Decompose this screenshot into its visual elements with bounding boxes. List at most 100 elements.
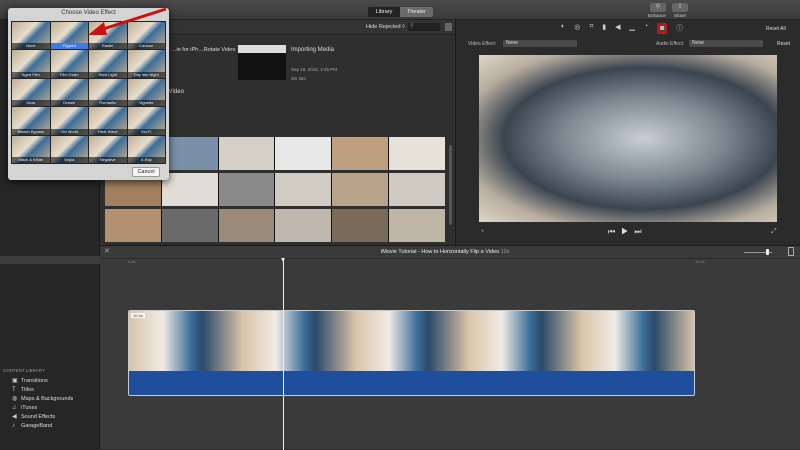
transitions-icon: ▣ [12, 378, 18, 384]
volume-icon[interactable]: ◀ [615, 23, 620, 34]
filmstrip-toggle-icon[interactable] [445, 23, 452, 31]
effect-label: X-Ray [127, 156, 165, 163]
effect-black-white[interactable]: Black & White [12, 135, 50, 163]
effect-none[interactable]: None [12, 22, 50, 50]
effect-flipped[interactable]: Flipped [50, 22, 88, 50]
microphone-icon[interactable]: ♀ [480, 228, 485, 235]
video-effects-icon[interactable]: ◙ [657, 23, 668, 34]
info-icon[interactable]: ⓘ [676, 23, 683, 34]
playback-controls: ⏮▶⏭ [608, 227, 648, 237]
zoom-slider[interactable] [744, 249, 772, 255]
timeline: ✕ iMovie Tutorial - How to Horizontally … [100, 245, 800, 450]
theater-tab[interactable]: Theater [400, 7, 433, 17]
effect-glow[interactable]: Glow [12, 78, 50, 107]
music-note-icon: ♫ [12, 404, 17, 411]
clip-video-track[interactable] [129, 311, 694, 371]
crop-icon[interactable]: ⌗ [589, 23, 593, 34]
timeline-clip[interactable]: 10.4s [128, 310, 695, 396]
enhance-button[interactable]: ⚲ [650, 3, 666, 12]
audio-effect-field[interactable]: None [689, 40, 763, 47]
next-icon[interactable]: ⏭ [634, 227, 647, 236]
content-library-maps[interactable]: ◍ Maps & Backgrounds [12, 394, 100, 403]
effect-bleach-bypass[interactable]: Bleach Bypass [12, 107, 50, 135]
effect-label: Raster [89, 43, 127, 50]
effect-label: Aged Film [12, 71, 50, 78]
clip-duration-badge: 10.4s [131, 313, 145, 318]
effect-label: Film Grain [50, 71, 88, 78]
content-library-garageband[interactable]: ♪ GarageBand [12, 421, 100, 430]
previous-icon[interactable]: ⏮ [608, 227, 621, 236]
event-duration: 3m 36s [291, 76, 306, 81]
video-effect-field[interactable]: None [503, 40, 577, 47]
search-input[interactable]: ⚲ [408, 23, 440, 31]
project-duration: 10s [500, 249, 510, 255]
content-library-titles[interactable]: T Titles [12, 385, 100, 394]
effect-x-ray[interactable]: X-Ray [127, 135, 165, 163]
effect-label: Bleach Bypass [12, 128, 50, 135]
effect-raster[interactable]: Raster [89, 22, 127, 50]
content-library-transitions[interactable]: ▣ Transitions [12, 376, 100, 385]
content-library-heading: CONTENT LIBRARY [3, 368, 46, 373]
audio-effect-label: Audio Effect: [656, 41, 685, 47]
sidebar-selected-row[interactable] [0, 256, 100, 264]
reset-button[interactable]: Reset [777, 41, 790, 47]
clip-audio-track[interactable] [129, 371, 694, 395]
item-label: GarageBand [21, 422, 53, 429]
item-label: Titles [21, 386, 34, 393]
effect-hard-light[interactable]: Hard Light [89, 50, 127, 78]
share-label: Share [674, 13, 687, 18]
event-title[interactable]: …ie for iPh…Rotate Video [171, 47, 235, 53]
effect-label: Day into Night [127, 71, 165, 78]
reset-all-button[interactable]: Reset All [766, 26, 786, 32]
cancel-button[interactable]: Cancel [132, 167, 160, 177]
close-icon[interactable]: ✕ [104, 247, 110, 255]
effect-label: Heat Wave [89, 128, 127, 135]
effect-negative[interactable]: Negative [89, 135, 127, 163]
stabilization-icon[interactable]: ▮ [602, 23, 606, 34]
effect-label: Vignette [127, 100, 165, 107]
playhead[interactable] [281, 258, 285, 450]
effect-heat-wave[interactable]: Heat Wave [89, 107, 127, 135]
effect-aged-film[interactable]: Aged Film [12, 50, 50, 78]
video-preview[interactable] [479, 55, 777, 222]
browser-scrollbar[interactable] [449, 145, 452, 225]
content-library: CONTENT LIBRARY ▣ Transitions T Titles ◍ Ma… [3, 368, 100, 430]
share-button[interactable]: ⇪ [672, 3, 688, 12]
hide-rejected-select[interactable]: Hide Rejected ◊ [366, 24, 405, 30]
effect-old-world[interactable]: Old World [50, 107, 88, 135]
content-library-sound-effects[interactable]: ◀ Sound Effects [12, 412, 100, 421]
color-balance-icon[interactable]: ◐ [561, 23, 565, 34]
effect-romantic[interactable]: Romantic [89, 78, 127, 107]
fullscreen-icon[interactable]: ⤢ [771, 228, 777, 236]
effect-sepia[interactable]: Sepia [50, 135, 88, 163]
effect-cartoon[interactable]: Cartoon [127, 22, 165, 50]
effect-label: Glow [12, 100, 50, 107]
effect-dream[interactable]: Dream [50, 78, 88, 107]
effect-film-grain[interactable]: Film Grain [50, 50, 88, 78]
content-library-itunes[interactable]: ♫ iTunes [12, 403, 100, 412]
effect-label: Sci-Fi [127, 128, 165, 135]
event-title[interactable]: Importing Media [291, 47, 334, 53]
effect-day-into-night[interactable]: Day into Night [127, 50, 165, 78]
video-effect-label: Video Effect: [468, 41, 497, 47]
effect-sci-fi[interactable]: Sci-Fi [127, 107, 165, 135]
enhance-label: Enhance [648, 13, 666, 18]
effect-vignette[interactable]: Vignette [127, 78, 165, 107]
item-label: Transitions [21, 377, 48, 384]
titles-icon: T [12, 386, 16, 393]
filmstrip-row[interactable] [105, 209, 445, 242]
effect-label: None [12, 43, 50, 50]
play-icon[interactable]: ▶ [621, 227, 634, 236]
effect-label: Old World [50, 128, 88, 135]
color-correction-icon[interactable]: ◎ [574, 23, 580, 34]
project-title-text: iMovie Tutorial - How to Horizontally Fl… [381, 249, 500, 255]
start-time: 0.0s [128, 259, 136, 264]
library-tab[interactable]: Library [368, 7, 400, 17]
effect-label: Dream [50, 100, 88, 107]
effect-label: Flipped [50, 43, 88, 50]
clip-appearance-icon[interactable] [788, 247, 794, 256]
importing-media-thumbnail[interactable] [238, 45, 286, 80]
dialog-title: Choose Video Effect [61, 10, 116, 16]
speed-icon[interactable]: ◔ [644, 23, 648, 34]
noise-reduction-icon[interactable]: ▁ [630, 23, 635, 34]
